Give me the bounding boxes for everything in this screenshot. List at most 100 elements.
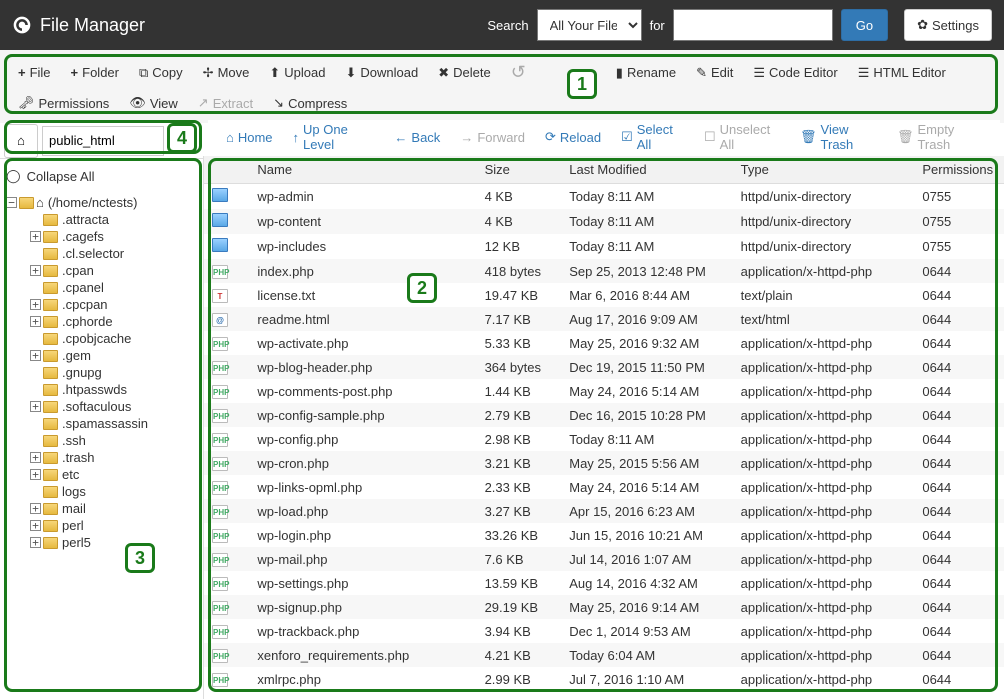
table-row[interactable]: PHPwp-load.php3.27 KBApr 15, 2016 6:23 A… [204, 499, 1004, 523]
path-home-button[interactable]: ⌂ [4, 124, 38, 158]
table-row[interactable]: PHPwp-blog-header.php364 bytesDec 19, 20… [204, 355, 1004, 379]
expander-icon[interactable]: + [30, 299, 41, 310]
expander-icon[interactable]: + [30, 469, 41, 480]
table-row[interactable]: wp-includes12 KBToday 8:11 AMhttpd/unix-… [204, 234, 1004, 259]
nav-up[interactable]: ↑Up One Level [283, 122, 385, 152]
folder-icon [43, 248, 58, 260]
cell-type: application/x-httpd-php [733, 667, 915, 691]
collapse-all-label: Collapse All [27, 169, 95, 184]
new-folder-button[interactable]: +Folder [61, 59, 129, 86]
nav-select-all[interactable]: ☑Select All [611, 122, 694, 152]
permissions-button[interactable]: 🗝Permissions [8, 89, 119, 117]
expander-icon[interactable]: + [30, 316, 41, 327]
col-permissions-header[interactable]: Permissions [914, 156, 1004, 184]
col-size-header[interactable]: Size [477, 156, 562, 184]
tree-item-label: .cpan [60, 263, 94, 278]
table-row[interactable]: PHPwp-config.php2.98 KBToday 8:11 AMappl… [204, 427, 1004, 451]
cell-permissions: 0644 [914, 619, 1004, 643]
expander-icon[interactable]: + [30, 231, 41, 242]
upload-button[interactable]: ⬆Upload [259, 59, 335, 87]
tree-item[interactable]: .gnupg [4, 364, 199, 381]
search-input[interactable] [673, 9, 833, 41]
collapse-icon: ◯ [6, 168, 21, 184]
tree-item[interactable]: .cpobjcache [4, 330, 199, 347]
expander-icon[interactable]: + [30, 537, 41, 548]
col-type-header[interactable]: Type [733, 156, 915, 184]
expander-icon[interactable]: − [6, 197, 17, 208]
rename-button[interactable]: ▮Rename [606, 59, 686, 87]
expander-icon[interactable]: + [30, 401, 41, 412]
table-row[interactable]: PHPwp-trackback.php3.94 KBDec 1, 2014 9:… [204, 619, 1004, 643]
table-row[interactable]: PHPwp-settings.php13.59 KBAug 14, 2016 4… [204, 571, 1004, 595]
tree-item[interactable]: + .cpan [4, 262, 199, 279]
table-row[interactable]: PHPwp-login.php33.26 KBJun 15, 2016 10:2… [204, 523, 1004, 547]
nav-view-trash[interactable]: 🗑View Trash [790, 122, 887, 152]
table-row[interactable]: @readme.html7.17 KBAug 17, 2016 9:09 AMt… [204, 307, 1004, 331]
expander-icon[interactable]: + [30, 265, 41, 276]
table-row[interactable]: PHPxmlrpc.php2.99 KBJul 7, 2016 1:10 AMa… [204, 667, 1004, 691]
nav-reload[interactable]: ⟳Reload [535, 129, 611, 145]
delete-button[interactable]: ✖Delete [428, 59, 500, 87]
download-button[interactable]: ⬇Download [335, 59, 428, 87]
table-row[interactable]: PHPwp-comments-post.php1.44 KBMay 24, 20… [204, 379, 1004, 403]
expander-icon[interactable]: + [30, 520, 41, 531]
table-row[interactable]: PHPwp-mail.php7.6 KBJul 14, 2016 1:07 AM… [204, 547, 1004, 571]
nav-back[interactable]: ←Back [384, 130, 450, 145]
table-row[interactable]: PHPindex.php418 bytesSep 25, 2013 12:48 … [204, 259, 1004, 283]
tree-item[interactable]: .htpasswds [4, 381, 199, 398]
edit-button[interactable]: ✎Edit [686, 59, 743, 87]
settings-button[interactable]: ✿ Settings [904, 9, 992, 41]
tree-item[interactable]: +.trash [4, 449, 199, 466]
code-editor-button[interactable]: ☰Code Editor [743, 59, 847, 87]
nav-home[interactable]: ⌂Home [216, 130, 283, 145]
table-row[interactable]: PHPwp-activate.php5.33 KBMay 25, 2016 9:… [204, 331, 1004, 355]
expander-icon[interactable]: + [30, 503, 41, 514]
path-input[interactable] [42, 126, 164, 156]
tree-item[interactable]: logs [4, 483, 199, 500]
move-button[interactable]: ✢Move [193, 59, 260, 87]
html-editor-button[interactable]: ☰HTML Editor [848, 59, 956, 87]
table-row[interactable]: Tlicense.txt19.47 KBMar 6, 2016 8:44 AMt… [204, 283, 1004, 307]
tree-item[interactable]: +.cphorde [4, 313, 199, 330]
tree-item[interactable]: +perl5 [4, 534, 199, 551]
tree-item[interactable]: +mail [4, 500, 199, 517]
tree-item[interactable]: +.gem [4, 347, 199, 364]
folder-icon [43, 537, 58, 549]
expander-icon[interactable]: + [30, 350, 41, 361]
table-row[interactable]: wp-content4 KBToday 8:11 AMhttpd/unix-di… [204, 209, 1004, 234]
table-row[interactable]: PHPwp-links-opml.php2.33 KBMay 24, 2016 … [204, 475, 1004, 499]
tree-item[interactable]: +.cagefs [4, 228, 199, 245]
table-row[interactable]: PHPwp-signup.php29.19 KBMay 25, 2016 9:1… [204, 595, 1004, 619]
tree-item[interactable]: .ssh [4, 432, 199, 449]
tree-item[interactable]: +.cpcpan [4, 296, 199, 313]
tree-root[interactable]: − ⌂ (/home/nctests) [4, 194, 199, 211]
go-button[interactable]: Go [841, 9, 888, 41]
cell-type: text/plain [733, 283, 915, 307]
tree-item[interactable]: +etc [4, 466, 199, 483]
tree-item[interactable]: +perl [4, 517, 199, 534]
tree-item[interactable]: .cpanel [4, 279, 199, 296]
tree-item[interactable]: +.softaculous [4, 398, 199, 415]
table-row[interactable]: PHPwp-cron.php3.21 KBMay 25, 2015 5:56 A… [204, 451, 1004, 475]
col-modified-header[interactable]: Last Modified [561, 156, 732, 184]
cell-size: 7.6 KB [477, 547, 562, 571]
cell-type: httpd/unix-directory [733, 184, 915, 210]
table-row[interactable]: PHPwp-config-sample.php2.79 KBDec 16, 20… [204, 403, 1004, 427]
search-scope-select[interactable]: All Your Files [537, 9, 642, 41]
tree-item[interactable]: .cl.selector [4, 245, 199, 262]
table-row[interactable]: wp-admin4 KBToday 8:11 AMhttpd/unix-dire… [204, 184, 1004, 210]
cell-type: httpd/unix-directory [733, 234, 915, 259]
tree-item[interactable]: .attracta [4, 211, 199, 228]
expander-icon[interactable]: + [30, 452, 41, 463]
tree-item[interactable]: .spamassassin [4, 415, 199, 432]
col-name-header[interactable]: Name [249, 156, 476, 184]
collapse-all-button[interactable]: ◯ Collapse All [4, 164, 199, 194]
compress-button[interactable]: ↘Compress [263, 89, 357, 117]
copy-button[interactable]: ⧉Copy [129, 59, 193, 87]
col-icon-header[interactable] [204, 156, 249, 184]
cell-name: wp-trackback.php [249, 619, 476, 643]
new-file-button[interactable]: +File [8, 59, 61, 86]
upload-icon: ⬆ [269, 65, 280, 81]
view-button[interactable]: 👁View [119, 89, 187, 117]
table-row[interactable]: PHPxenforo_requirements.php4.21 KBToday … [204, 643, 1004, 667]
